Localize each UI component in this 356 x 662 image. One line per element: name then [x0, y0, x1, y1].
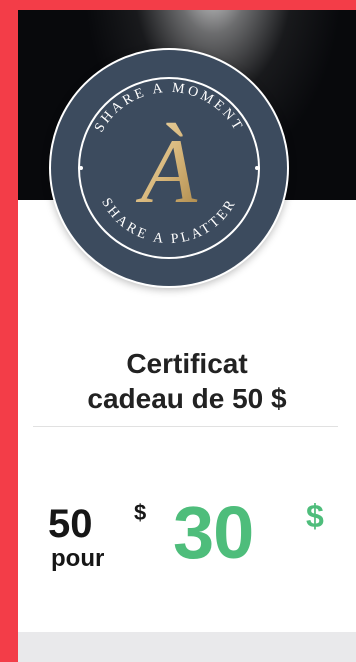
for-label: pour — [51, 545, 105, 572]
certificate-title-line-2: cadeau de 50 $ — [87, 383, 287, 414]
original-value: 50 — [48, 502, 93, 546]
price-block: 50 $ pour 30 $ — [18, 496, 356, 600]
card-footer-bar — [18, 632, 356, 662]
brand-logo: SHARE A MOMENT SHARE A PLATTER À — [49, 48, 289, 288]
gift-certificate-card[interactable]: SHARE A MOMENT SHARE A PLATTER À Certifi… — [18, 10, 356, 662]
brand-logo-circle: SHARE A MOMENT SHARE A PLATTER À — [51, 50, 287, 286]
certificate-title-line-1: Certificat — [126, 348, 248, 379]
certificate-title: Certificat cadeau de 50 $ — [18, 346, 356, 416]
logo-monogram: À — [135, 120, 198, 222]
logo-right-dot — [255, 166, 259, 170]
logo-left-dot — [79, 166, 83, 170]
gift-card-page: SHARE A MOMENT SHARE A PLATTER À Certifi… — [0, 0, 356, 662]
logo-emblem-svg: SHARE A MOMENT SHARE A PLATTER À — [78, 77, 260, 259]
sale-price-value: 30 — [173, 491, 254, 574]
section-divider — [33, 426, 338, 427]
original-currency-symbol: $ — [134, 500, 147, 525]
sale-currency-symbol: $ — [306, 498, 324, 534]
